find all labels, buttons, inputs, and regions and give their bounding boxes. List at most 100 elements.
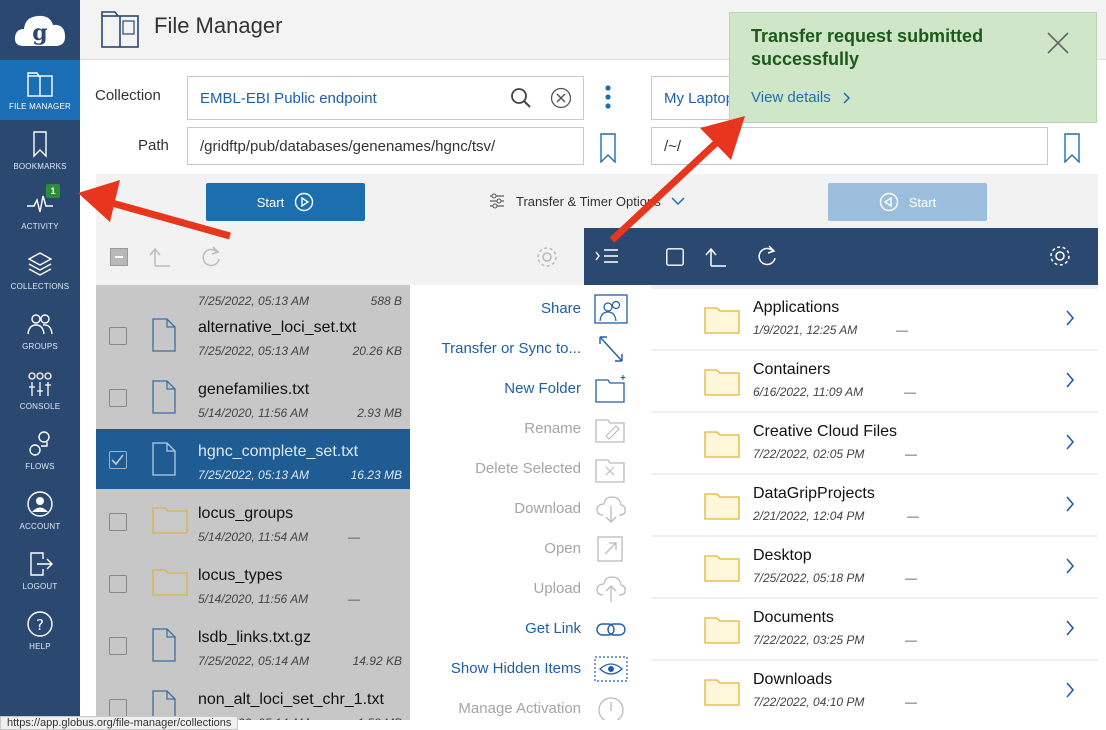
power-icon: [594, 694, 628, 720]
left-collection-value: EMBL-EBI Public endpoint: [200, 89, 377, 107]
rename-icon: [594, 414, 628, 444]
start-left-button[interactable]: Start: [206, 183, 365, 221]
right-collection-field[interactable]: My Laptop: [651, 76, 741, 120]
menu-item-label: Transfer or Sync to...: [441, 340, 582, 357]
sliders-icon: [490, 193, 504, 209]
menu-item-share[interactable]: Share: [410, 288, 651, 328]
file-row[interactable]: locus_types 5/14/2020, 11:56 AM —: [96, 553, 410, 613]
right-up-folder-icon[interactable]: [704, 246, 728, 268]
row-checkbox[interactable]: [109, 327, 127, 345]
left-collection-field[interactable]: EMBL-EBI Public endpoint: [187, 76, 584, 120]
sidebar-item-flows[interactable]: FLOWS: [0, 420, 80, 480]
folder-row[interactable]: Downloads 7/22/2022, 04:10 PM —: [651, 661, 1098, 720]
row-checkbox[interactable]: [109, 451, 127, 469]
sidebar-item-help[interactable]: ? HELP: [0, 600, 80, 660]
menu-item-eye[interactable]: Show Hidden Items: [410, 648, 651, 688]
menu-item-delete[interactable]: Delete Selected: [410, 448, 651, 488]
right-pane-toolbar: [584, 228, 1098, 285]
folder-row[interactable]: Desktop 7/25/2022, 05:18 PM —: [651, 537, 1098, 597]
menu-item-link[interactable]: Get Link: [410, 608, 651, 648]
right-refresh-icon[interactable]: [756, 244, 778, 268]
toast-close-icon[interactable]: [1046, 31, 1070, 55]
folder-name: Documents: [753, 609, 834, 626]
account-icon: [26, 490, 54, 518]
row-checkbox[interactable]: [109, 699, 127, 717]
action-menu: Share Transfer or Sync to... New Folder Ren…: [410, 285, 651, 720]
left-path-value: /gridftp/pub/databases/genenames/hgnc/ts…: [200, 137, 496, 155]
bookmark-path-icon[interactable]: [600, 133, 616, 163]
menu-item-upload[interactable]: Upload: [410, 568, 651, 608]
sidebar-item-groups[interactable]: GROUPS: [0, 300, 80, 360]
chevron-right-icon[interactable]: [1065, 371, 1075, 389]
menu-item-open[interactable]: Open: [410, 528, 651, 568]
link-icon: [594, 614, 628, 644]
file-icon: [152, 442, 176, 476]
chevron-right-icon: [843, 91, 850, 104]
sidebar: g FILE MANAGER BOOKMARKS 1 ACTIVITY COLLECTI…: [0, 0, 80, 730]
chevron-right-icon[interactable]: [1065, 681, 1075, 699]
file-size: —: [348, 592, 360, 606]
refresh-icon[interactable]: [200, 245, 222, 269]
right-file-list: Applications 1/9/2021, 12:25 AM — Container…: [651, 285, 1098, 720]
chevron-right-icon[interactable]: [1065, 619, 1075, 637]
search-icon[interactable]: [510, 87, 532, 109]
more-options-icon[interactable]: [603, 84, 613, 112]
menu-item-rename[interactable]: Rename: [410, 408, 651, 448]
sidebar-item-collections[interactable]: COLLECTIONS: [0, 240, 80, 300]
file-size: 16.23 MB: [350, 468, 402, 482]
menu-item-power[interactable]: Manage Activation: [410, 688, 651, 720]
row-checkbox[interactable]: [109, 513, 127, 531]
start-right-label: Start: [908, 194, 937, 210]
folder-row[interactable]: Containers 6/16/2022, 11:09 AM —: [651, 351, 1098, 411]
menu-item-download[interactable]: Download: [410, 488, 651, 528]
right-settings-gear-icon[interactable]: [1048, 244, 1072, 268]
chevron-down-icon: [671, 197, 685, 206]
start-right-button[interactable]: Start: [828, 183, 987, 221]
file-row[interactable]: lsdb_links.txt.gz 7/25/2022, 05:14 AM 14.9…: [96, 615, 410, 675]
chevron-right-icon[interactable]: [1065, 557, 1075, 575]
folder-icon: [152, 566, 188, 596]
file-name: genefamilies.txt: [198, 381, 310, 398]
folder-icon: [704, 490, 740, 520]
view-details-link[interactable]: View details: [751, 89, 851, 106]
file-row[interactable]: hgnc_complete_set.txt 7/25/2022, 05:13 AM…: [96, 429, 410, 489]
transfer-options-toggle[interactable]: Transfer & Timer Options: [488, 192, 685, 210]
chevron-right-icon[interactable]: [1065, 433, 1075, 451]
folder-row[interactable]: DataGripProjects 2/21/2022, 12:04 PM —: [651, 475, 1098, 535]
menu-item-new-folder[interactable]: New Folder: [410, 368, 651, 408]
sidebar-item-account[interactable]: ACCOUNT: [0, 480, 80, 540]
file-row[interactable]: locus_groups 5/14/2020, 11:54 AM —: [96, 491, 410, 551]
panel-toggle-icon[interactable]: [594, 246, 620, 266]
sidebar-item-activity[interactable]: 1 ACTIVITY: [0, 180, 80, 240]
clear-collection-icon[interactable]: [550, 87, 572, 109]
folder-row[interactable]: Applications 1/9/2021, 12:25 AM —: [651, 289, 1098, 349]
new-folder-icon: [594, 374, 628, 404]
file-row[interactable]: non_alt_loci_set_chr_1.txt7/25/2022, 05:…: [96, 677, 410, 720]
row-checkbox[interactable]: [109, 389, 127, 407]
globus-logo[interactable]: g: [0, 0, 80, 60]
svg-text:?: ?: [36, 616, 44, 634]
sidebar-item-file-manager[interactable]: FILE MANAGER: [0, 60, 80, 120]
folder-date: 7/22/2022, 02:05 PM: [753, 447, 865, 461]
bookmark-right-path-icon[interactable]: [1064, 133, 1080, 163]
file-name: locus_groups: [198, 505, 294, 522]
up-folder-icon[interactable]: [148, 246, 172, 268]
sidebar-item-console[interactable]: CONSOLE: [0, 360, 80, 420]
right-select-all-checkbox[interactable]: [666, 248, 684, 266]
menu-item-transfer[interactable]: Transfer or Sync to...: [410, 328, 651, 368]
row-checkbox[interactable]: [109, 637, 127, 655]
file-row[interactable]: alternative_loci_set.txt 7/25/2022, 05:13…: [96, 305, 410, 365]
sidebar-item-bookmarks[interactable]: BOOKMARKS: [0, 120, 80, 180]
chevron-right-icon[interactable]: [1065, 309, 1075, 327]
file-row[interactable]: genefamilies.txt 5/14/2020, 11:56 AM 2.93 …: [96, 367, 410, 427]
toast-message: Transfer request submitted successfully: [751, 26, 984, 69]
row-checkbox[interactable]: [109, 575, 127, 593]
chevron-right-icon[interactable]: [1065, 495, 1075, 513]
left-path-field[interactable]: /gridftp/pub/databases/genenames/hgnc/ts…: [187, 127, 584, 165]
sidebar-item-logout[interactable]: LOGOUT: [0, 540, 80, 600]
folder-row[interactable]: Creative Cloud Files 7/22/2022, 02:05 PM —: [651, 413, 1098, 473]
right-path-field[interactable]: /~/: [651, 127, 1048, 165]
select-all-checkbox[interactable]: [110, 248, 128, 266]
folder-row[interactable]: Documents 7/22/2022, 03:25 PM —: [651, 599, 1098, 659]
left-settings-gear-icon[interactable]: [535, 245, 559, 269]
